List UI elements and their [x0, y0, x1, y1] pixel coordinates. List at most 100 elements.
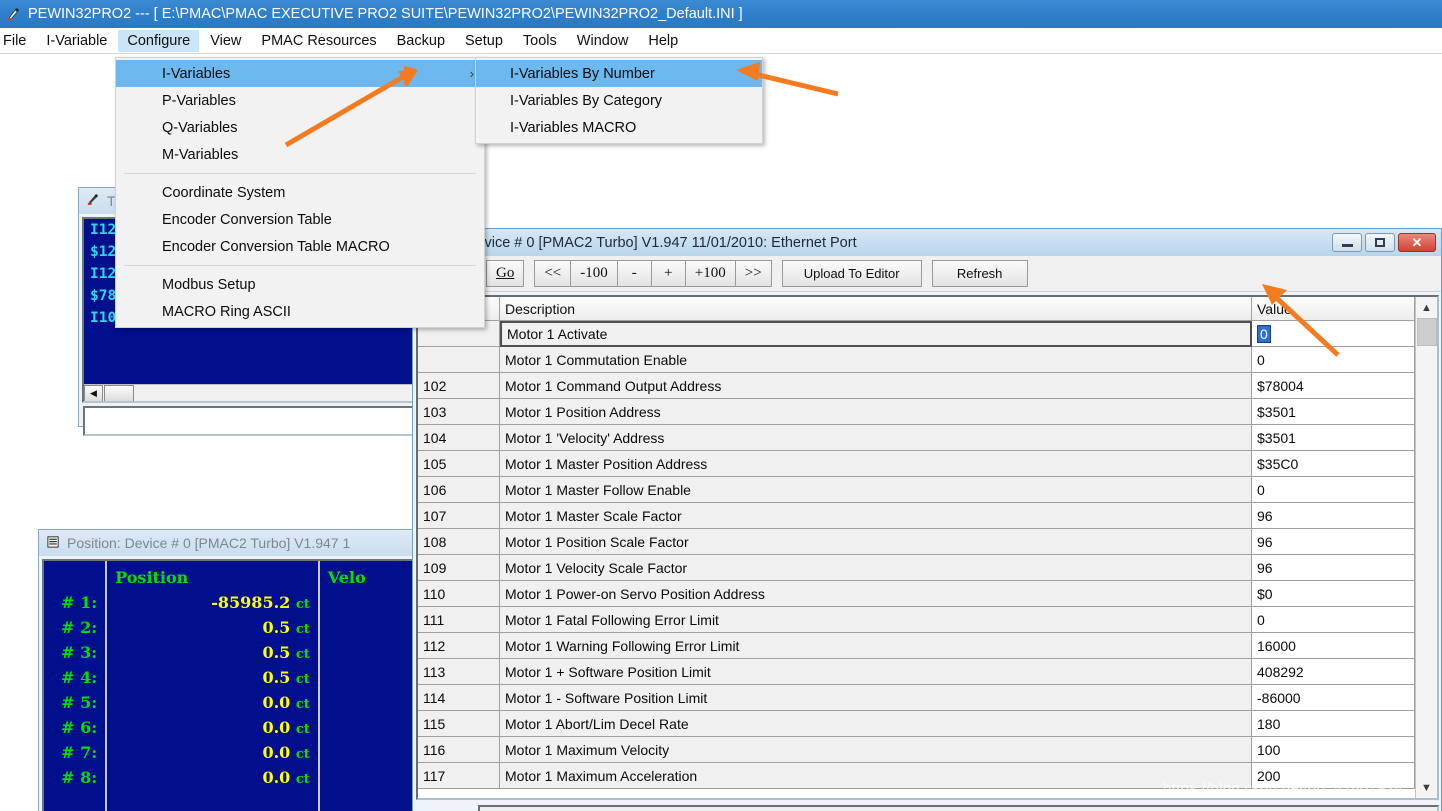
menu-window[interactable]: Window — [568, 30, 638, 52]
minimize-button[interactable] — [1332, 233, 1362, 252]
menu-pmac-resources[interactable]: PMAC Resources — [252, 30, 385, 52]
table-row[interactable]: 110 Motor 1 Power-on Servo Position Addr… — [418, 581, 1415, 607]
cell-value[interactable]: $3501 — [1252, 425, 1415, 451]
menu-item-i-variables-macro[interactable]: I-Variables MACRO — [476, 114, 762, 141]
cell-value[interactable]: 0 — [1252, 607, 1415, 633]
cell-value[interactable]: $78004 — [1252, 373, 1415, 399]
terminal-horizontal-scrollbar[interactable]: ◀ — [84, 384, 422, 401]
menu-tools[interactable]: Tools — [514, 30, 566, 52]
cell-value[interactable]: 408292 — [1252, 659, 1415, 685]
menu-item-modbus-setup[interactable]: Modbus Setup — [116, 271, 484, 298]
menu-item-i-variables[interactable]: I-Variables › — [116, 60, 484, 87]
cell-number: 105 — [418, 451, 500, 477]
cell-value[interactable]: $0 — [1252, 581, 1415, 607]
menu-item-macro-ring-ascii[interactable]: MACRO Ring ASCII — [116, 298, 484, 325]
column-header-value[interactable]: Value — [1252, 297, 1415, 321]
cell-value[interactable]: -86000 — [1252, 685, 1415, 711]
table-row[interactable]: 109 Motor 1 Velocity Scale Factor 96 — [418, 555, 1415, 581]
table-row[interactable]: 106 Motor 1 Master Follow Enable 0 — [418, 477, 1415, 503]
cell-value[interactable]: 180 — [1252, 711, 1415, 737]
table-row[interactable]: 104 Motor 1 'Velocity' Address $3501 — [418, 425, 1415, 451]
position-value-column: Position -85985.2 ct 0.5 ct 0.5 ct 0.5 c… — [107, 561, 320, 811]
plus-100-button[interactable]: +100 — [684, 260, 735, 287]
cell-description: Motor 1 Maximum Velocity — [500, 737, 1252, 763]
scroll-down-arrow-icon[interactable]: ▼ — [1416, 777, 1438, 798]
cell-value[interactable]: $3501 — [1252, 399, 1415, 425]
upload-to-editor-button[interactable]: Upload To Editor — [781, 260, 922, 287]
menu-separator — [124, 265, 476, 266]
table-row[interactable]: 113 Motor 1 + Software Position Limit 40… — [418, 659, 1415, 685]
menu-file[interactable]: File — [0, 30, 35, 52]
configure-dropdown-menu[interactable]: I-Variables › P-Variables Q-Variables M-… — [115, 57, 485, 328]
maximize-button[interactable] — [1365, 233, 1395, 252]
motor-label: # 2: — [61, 618, 98, 637]
table-row[interactable]: 115 Motor 1 Abort/Lim Decel Rate 180 — [418, 711, 1415, 737]
scrollbar-thumb[interactable] — [104, 384, 134, 401]
cell-value[interactable]: 96 — [1252, 529, 1415, 555]
menu-item-i-variables-by-category[interactable]: I-Variables By Category — [476, 87, 762, 114]
minus-100-button[interactable]: -100 — [570, 260, 617, 287]
cell-value[interactable]: 0 — [1252, 477, 1415, 503]
menu-item-label: I-Variables By Number — [510, 65, 655, 82]
cell-description: Motor 1 Command Output Address — [500, 373, 1252, 399]
refresh-button[interactable]: Refresh — [931, 260, 1028, 287]
menu-view[interactable]: View — [201, 30, 250, 52]
cell-value[interactable]: 96 — [1252, 555, 1415, 581]
cell-description: Motor 1 Maximum Acceleration — [500, 763, 1252, 789]
table-row[interactable]: 114 Motor 1 - Software Position Limit -8… — [418, 685, 1415, 711]
table-vertical-scrollbar[interactable]: ▲ ▼ — [1415, 297, 1437, 798]
i-variables-titlebar[interactable]: iables: Device # 0 [PMAC2 Turbo] V1.947 … — [413, 229, 1441, 256]
table-row[interactable]: 107 Motor 1 Master Scale Factor 96 — [418, 503, 1415, 529]
position-window-titlebar[interactable]: Position: Device # 0 [PMAC2 Turbo] V1.94… — [39, 530, 427, 556]
scrollbar-thumb[interactable] — [1416, 318, 1437, 346]
decrement-button[interactable]: - — [616, 260, 651, 287]
menu-item-encoder-conversion-table[interactable]: Encoder Conversion Table — [116, 206, 484, 233]
scroll-up-arrow-icon[interactable]: ▲ — [1416, 297, 1438, 318]
position-window[interactable]: Position: Device # 0 [PMAC2 Turbo] V1.94… — [38, 529, 428, 811]
scroll-left-arrow-icon[interactable]: ◀ — [84, 384, 103, 401]
cell-value[interactable]: 100 — [1252, 737, 1415, 763]
table-row[interactable]: 102 Motor 1 Command Output Address $7800… — [418, 373, 1415, 399]
table-row[interactable]: 112 Motor 1 Warning Following Error Limi… — [418, 633, 1415, 659]
cell-value[interactable]: 0 — [1252, 321, 1415, 347]
table-row[interactable]: 108 Motor 1 Position Scale Factor 96 — [418, 529, 1415, 555]
next-page-button[interactable]: >> — [734, 260, 772, 287]
cell-value[interactable]: 16000 — [1252, 633, 1415, 659]
table-row[interactable]: 103 Motor 1 Position Address $3501 — [418, 399, 1415, 425]
menu-item-p-variables[interactable]: P-Variables — [116, 87, 484, 114]
position-number: 0.0 — [262, 718, 291, 737]
position-number: 0.0 — [262, 693, 291, 712]
cell-value[interactable]: $35C0 — [1252, 451, 1415, 477]
menu-item-q-variables[interactable]: Q-Variables — [116, 114, 484, 141]
table-row[interactable]: Motor 1 Activate 0 — [418, 321, 1415, 347]
menu-setup[interactable]: Setup — [456, 30, 512, 52]
menu-item-encoder-conversion-table-macro[interactable]: Encoder Conversion Table MACRO — [116, 233, 484, 260]
menu-help[interactable]: Help — [639, 30, 687, 52]
menu-backup[interactable]: Backup — [388, 30, 454, 52]
menu-item-label: Encoder Conversion Table MACRO — [162, 238, 390, 255]
menu-item-i-variables-by-number[interactable]: I-Variables By Number — [476, 60, 762, 87]
menu-item-label: I-Variables MACRO — [510, 119, 637, 136]
menu-item-m-variables[interactable]: M-Variables — [116, 141, 484, 168]
cell-value[interactable]: 96 — [1252, 503, 1415, 529]
column-header-description[interactable]: Description — [500, 297, 1252, 321]
increment-button[interactable]: + — [650, 260, 685, 287]
close-button[interactable]: ✕ — [1398, 233, 1436, 252]
position-value: 0.0 ct — [107, 690, 318, 715]
table-row[interactable]: 105 Motor 1 Master Position Address $35C… — [418, 451, 1415, 477]
previous-page-button[interactable]: << — [534, 260, 571, 287]
value-edit-field[interactable]: 0 — [1257, 324, 1271, 343]
table-row[interactable]: 111 Motor 1 Fatal Following Error Limit … — [418, 607, 1415, 633]
go-button[interactable]: Go — [486, 260, 525, 287]
i-variables-window[interactable]: iables: Device # 0 [PMAC2 Turbo] V1.947 … — [412, 228, 1442, 811]
i-variables-submenu[interactable]: I-Variables By Number I-Variables By Cat… — [475, 57, 763, 144]
table-row[interactable]: 116 Motor 1 Maximum Velocity 100 — [418, 737, 1415, 763]
menu-i-variable[interactable]: I-Variable — [37, 30, 116, 52]
terminal-command-input[interactable] — [83, 406, 423, 436]
menu-item-coordinate-system[interactable]: Coordinate System — [116, 179, 484, 206]
cell-value[interactable]: 0 — [1252, 347, 1415, 373]
i-variables-table-container: Description Value Motor 1 Activate 0 Mot… — [416, 295, 1439, 800]
menu-configure[interactable]: Configure — [118, 29, 200, 52]
cell-description: Motor 1 Master Scale Factor — [500, 503, 1252, 529]
table-row[interactable]: Motor 1 Commutation Enable 0 — [418, 347, 1415, 373]
